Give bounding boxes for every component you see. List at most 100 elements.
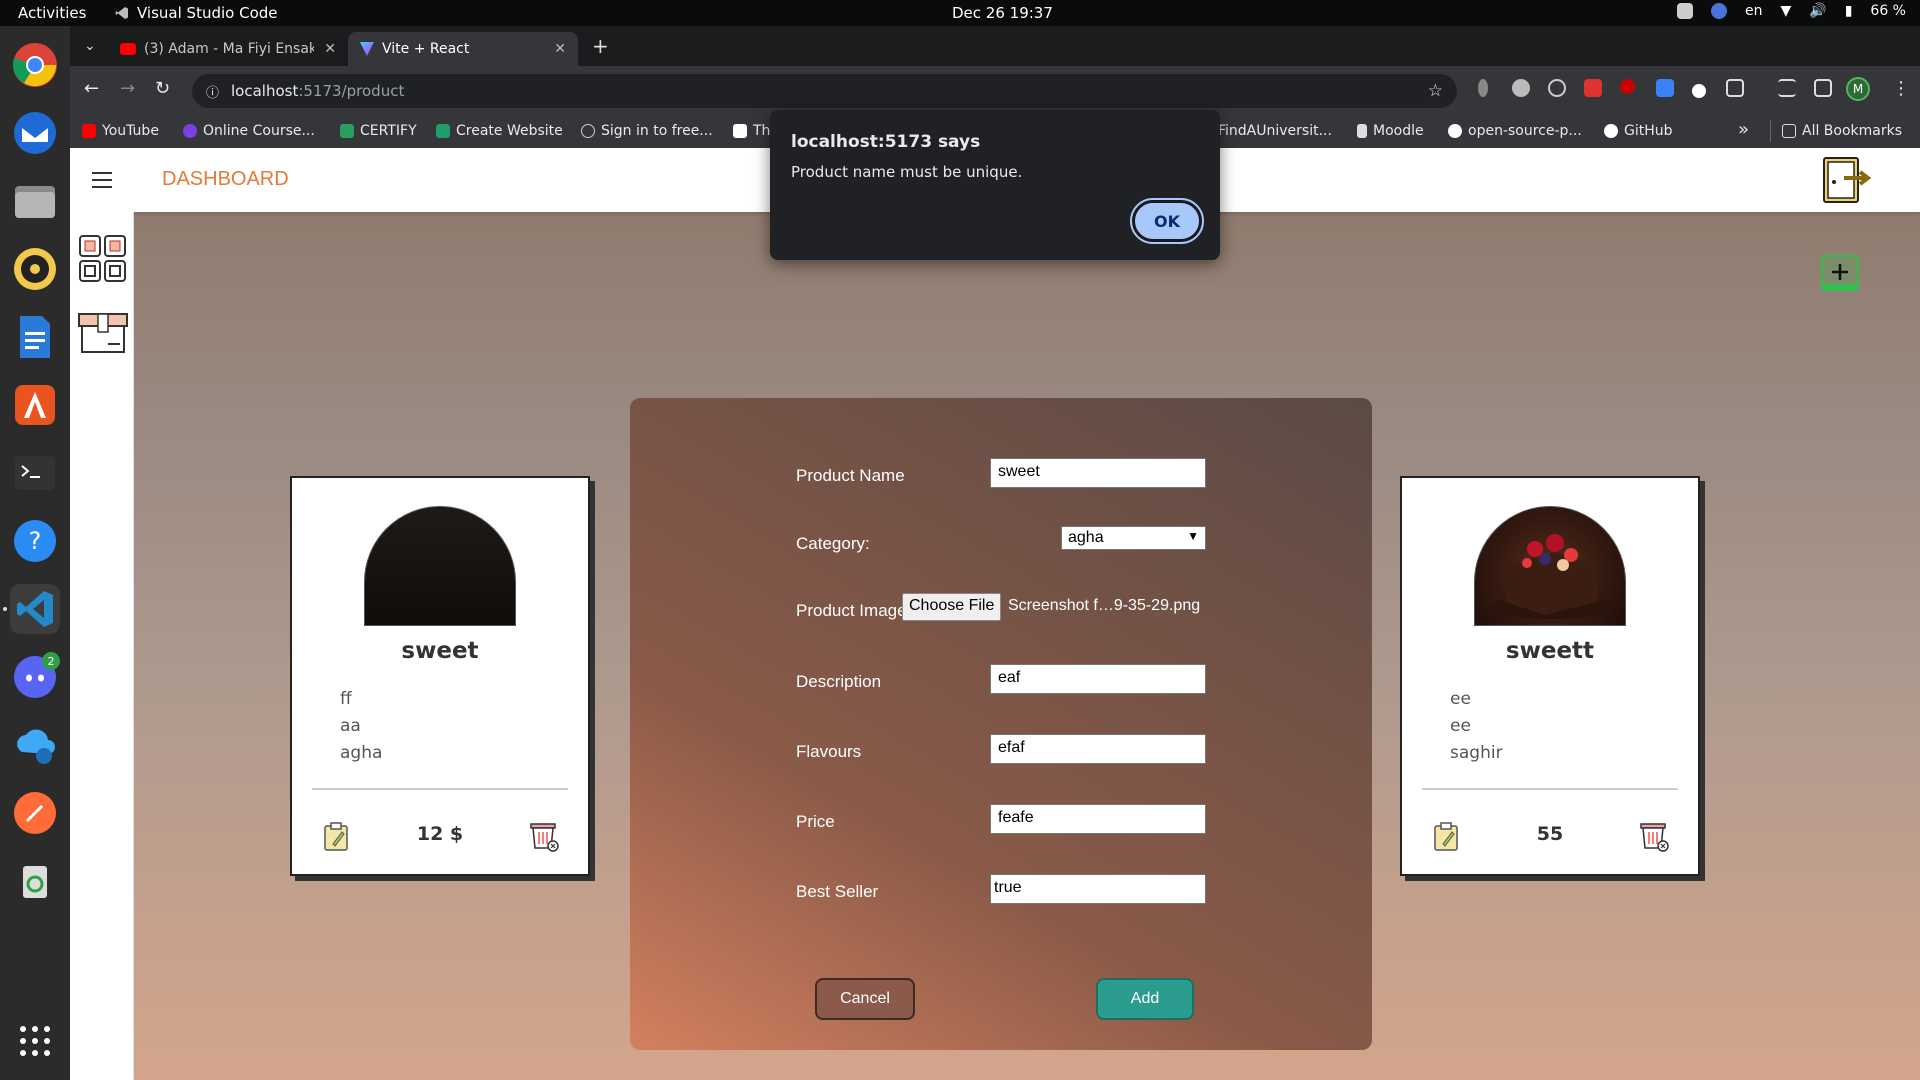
product-flavours: ee — [1450, 716, 1471, 736]
best-seller-input[interactable]: true — [990, 874, 1206, 904]
reload-button[interactable]: ↻ — [155, 78, 170, 99]
system-tray[interactable]: en ▼ 🔊 ▮ 66 % — [1676, 3, 1906, 19]
red-extension-icon[interactable] — [1584, 79, 1602, 97]
product-name: sweett — [1505, 638, 1595, 664]
product-category: saghir — [1450, 743, 1503, 763]
more-bookmarks-icon[interactable]: » — [1738, 119, 1749, 140]
app-center-icon[interactable] — [10, 380, 60, 430]
add-product-form: Product Name sweet Category: agha ▼ Prod… — [630, 398, 1372, 1050]
youtube-favicon-icon — [120, 43, 136, 55]
ok-button[interactable]: OK — [1130, 198, 1204, 244]
all-bookmarks[interactable]: All Bookmarks — [1782, 123, 1902, 139]
bookmark-create-website[interactable]: Create Website — [436, 123, 563, 139]
web-page: DASHBOARD sweet ff aa agha 12 $ sweett e… — [70, 148, 1920, 1080]
discord-tray-icon[interactable] — [1676, 3, 1693, 19]
settings-extension-icon[interactable] — [1512, 79, 1530, 97]
app-name: Visual Studio Code — [137, 4, 278, 22]
address-bar[interactable]: ⓘ localhost:5173/product ☆ — [192, 74, 1457, 108]
delete-product-icon[interactable] — [528, 820, 560, 852]
logout-icon[interactable] — [1820, 154, 1876, 206]
menu-icon[interactable] — [92, 172, 112, 193]
svg-text:?: ? — [29, 527, 42, 555]
bookmark-online-course[interactable]: Online Course... — [183, 123, 315, 139]
writer-icon[interactable] — [10, 312, 60, 362]
site-info-icon[interactable]: ⓘ — [206, 82, 219, 101]
vscode-small-icon — [115, 7, 128, 19]
extensions-puzzle-icon[interactable] — [1726, 79, 1744, 97]
bookmark-certify[interactable]: CERTIFY — [340, 123, 417, 139]
ublock-icon[interactable] — [1620, 79, 1635, 94]
doc-extension-icon[interactable] — [1656, 79, 1674, 97]
divider — [1422, 788, 1678, 790]
bookmark-findauniversity[interactable]: FindAUniversit... — [1218, 123, 1332, 139]
profile-avatar[interactable]: M — [1846, 77, 1870, 101]
bookmark-star-icon[interactable]: ☆ — [1428, 81, 1443, 101]
extension-icon[interactable] — [1478, 79, 1488, 97]
github-icon — [1604, 124, 1618, 138]
chrome-tray-icon[interactable] — [1710, 3, 1727, 19]
battery-icon[interactable]: ▮ — [1845, 3, 1853, 19]
orders-box-icon[interactable] — [76, 310, 130, 356]
thunderbird-icon[interactable] — [10, 108, 60, 158]
app-menu[interactable]: Visual Studio Code — [115, 4, 278, 22]
help-icon[interactable]: ? — [10, 516, 60, 566]
show-apps-icon[interactable] — [10, 1016, 60, 1066]
close-tab-icon[interactable]: ✕ — [324, 41, 336, 57]
add-product-icon[interactable] — [1820, 254, 1860, 294]
alert-dialog: localhost:5173 says Product name must be… — [770, 110, 1220, 260]
cancel-button[interactable]: Cancel — [815, 978, 915, 1020]
new-tab-button[interactable]: + — [592, 34, 609, 58]
product-details: ee ee saghir — [1450, 686, 1503, 767]
flavours-input[interactable]: efaf — [990, 734, 1206, 764]
files-icon[interactable] — [10, 176, 60, 226]
terminal-icon[interactable] — [10, 448, 60, 498]
product-description: ee — [1450, 689, 1471, 709]
dialog-message: Product name must be unique. — [791, 163, 1023, 181]
back-button[interactable]: ← — [84, 78, 99, 99]
product-card: sweet ff aa agha 12 $ — [290, 476, 590, 876]
side-panel-icon[interactable] — [1814, 79, 1832, 97]
clock[interactable]: Dec 26 19:37 — [952, 4, 1053, 22]
bookmark-w3[interactable]: Th — [733, 123, 770, 139]
tab-vite-react[interactable]: Vite + React ✕ — [348, 32, 578, 66]
product-details: ff aa agha — [340, 686, 382, 767]
chevron-down-icon: ▼ — [1187, 529, 1199, 543]
bookmark-sign-in[interactable]: Sign in to free... — [581, 123, 713, 139]
choose-file-button[interactable]: Choose File — [902, 593, 1002, 621]
certify-icon — [340, 124, 354, 138]
products-grid-icon[interactable] — [78, 234, 128, 284]
close-tab-icon[interactable]: ✕ — [554, 41, 566, 57]
tab-search-icon[interactable]: ⌄ — [84, 38, 96, 54]
description-label: Description — [796, 672, 882, 691]
chrome-icon[interactable] — [10, 40, 60, 90]
postman-icon[interactable] — [10, 788, 60, 838]
trash-icon[interactable] — [10, 856, 60, 906]
moodle-icon — [1357, 124, 1367, 138]
description-input[interactable]: eaf — [990, 664, 1206, 694]
rhythmbox-icon[interactable] — [10, 244, 60, 294]
vscode-icon[interactable] — [10, 584, 60, 634]
delete-product-icon[interactable] — [1638, 820, 1670, 852]
add-button[interactable]: Add — [1096, 978, 1194, 1020]
discord-icon[interactable]: 2 — [10, 652, 60, 702]
page-title: DASHBOARD — [162, 168, 289, 190]
language-indicator[interactable]: en — [1745, 3, 1763, 19]
tab-youtube[interactable]: (3) Adam - Ma Fiyi Ensak ✕ — [108, 32, 348, 66]
price-input[interactable]: feafe — [990, 804, 1206, 834]
w3-icon — [733, 124, 747, 138]
weather-app-icon[interactable] — [10, 720, 60, 770]
bookmark-github[interactable]: GitHub — [1604, 123, 1673, 139]
product-name-input[interactable]: sweet — [990, 458, 1206, 488]
reading-list-icon[interactable] — [1778, 79, 1796, 97]
white-extension-icon[interactable] — [1692, 84, 1706, 98]
bookmark-moodle[interactable]: Moodle — [1357, 123, 1424, 139]
bookmark-open-source[interactable]: open-source-p... — [1448, 123, 1582, 139]
forward-button[interactable]: → — [120, 78, 135, 99]
activities-button[interactable]: Activities — [18, 4, 86, 22]
chrome-menu-icon[interactable]: ⋮ — [1892, 78, 1910, 99]
wifi-icon[interactable]: ▼ — [1780, 3, 1791, 19]
category-select[interactable]: agha ▼ — [1061, 526, 1206, 550]
bookmark-youtube[interactable]: YouTube — [82, 123, 159, 139]
target-extension-icon[interactable] — [1548, 79, 1566, 97]
volume-icon[interactable]: 🔊 — [1809, 3, 1826, 19]
